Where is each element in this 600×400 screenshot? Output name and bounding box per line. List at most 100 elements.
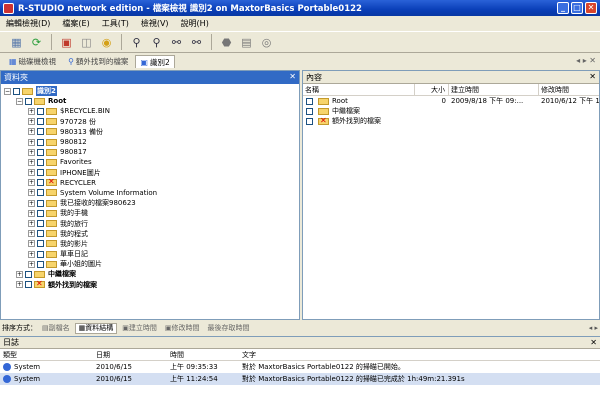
file-row[interactable]: 中繼檔案 [303, 106, 599, 116]
menu-item-tools[interactable]: 工具(T) [102, 18, 129, 29]
refresh-icon[interactable]: ⟳ [28, 34, 45, 51]
log-column-time[interactable]: 時間 [170, 350, 242, 360]
checkbox[interactable] [37, 260, 44, 268]
find-icon[interactable]: ⚲ [128, 34, 145, 51]
tab-recognized2[interactable]: ▣ 識別2 [135, 55, 175, 68]
tree-node-folder[interactable]: + $RECYCLE.BIN [4, 106, 299, 116]
log-column-date[interactable]: 日期 [96, 350, 170, 360]
expand-icon[interactable]: + [16, 281, 23, 289]
expand-icon[interactable]: + [28, 209, 35, 217]
sortbar-scroll-icon[interactable]: ◂ ▸ [589, 324, 598, 332]
tree-node-folder[interactable]: + 我的旅行 [4, 218, 299, 228]
close-icon[interactable]: ✕ [289, 72, 296, 81]
drives-icon[interactable]: ▦ [8, 34, 25, 51]
tree-node-folder[interactable]: +980817 [4, 147, 299, 157]
checkbox[interactable] [37, 220, 44, 228]
preview-icon[interactable]: ▤ [238, 34, 255, 51]
tree-node-extra-found[interactable]: + 額外找到的檔案 [4, 279, 299, 290]
tree-node-folder[interactable]: +970728 份 [4, 117, 299, 127]
tree-node-folder[interactable]: + IPHONE圖片 [4, 168, 299, 178]
tree-node-folder[interactable]: + System Volume Information [4, 188, 299, 198]
recover-marked-icon[interactable]: ⚯ [188, 34, 205, 51]
expand-icon[interactable]: + [28, 189, 35, 197]
checkbox[interactable] [37, 240, 44, 248]
sort-by-accessed[interactable]: 最後存取時間 [205, 323, 253, 334]
checkbox[interactable] [37, 148, 44, 156]
tree-node-folder[interactable]: + 華小姐的圖片 [4, 259, 299, 269]
checkbox[interactable] [306, 107, 313, 115]
checkbox[interactable] [306, 97, 313, 105]
scan-icon[interactable]: ◉ [98, 34, 115, 51]
tree-node-folder[interactable]: + 我的程式 [4, 229, 299, 239]
checkbox[interactable] [37, 179, 44, 187]
checkbox[interactable] [37, 138, 44, 146]
tab-scroll-controls[interactable]: ◂ ▸ ✕ [576, 56, 596, 65]
checkbox[interactable] [37, 189, 44, 197]
checkbox[interactable] [25, 270, 32, 278]
expand-icon[interactable]: + [28, 169, 35, 177]
checkbox[interactable] [37, 199, 44, 207]
close-button[interactable]: ✕ [585, 2, 597, 14]
checkbox[interactable] [306, 117, 313, 125]
tree-node-folder[interactable]: + 我的手機 [4, 208, 299, 218]
maximize-button[interactable]: □ [571, 2, 583, 14]
minimize-button[interactable]: _ [557, 2, 569, 14]
log-column-type[interactable]: 類型 [0, 350, 96, 360]
checkbox[interactable] [25, 281, 32, 289]
tree-node-folder[interactable]: + 單車日記 [4, 249, 299, 259]
tree-node-root-label[interactable]: − 識別2 [4, 86, 299, 97]
expand-icon[interactable]: + [28, 128, 35, 136]
expand-icon[interactable]: + [28, 118, 35, 126]
expand-icon[interactable]: + [28, 107, 35, 115]
expand-icon[interactable]: + [28, 148, 35, 156]
column-header-created[interactable]: 建立時間 [449, 83, 539, 96]
checkbox[interactable] [13, 87, 20, 95]
menu-item-view[interactable]: 檢視(V) [141, 18, 169, 29]
log-row[interactable]: System 2010/6/15 上午 09:35:33 對於 MaxtorBa… [0, 361, 600, 373]
expand-icon[interactable]: + [28, 260, 35, 268]
checkbox[interactable] [37, 128, 44, 136]
sort-by-structure[interactable]: ▦ 資料結構 [74, 322, 118, 334]
expand-icon[interactable]: + [28, 250, 35, 258]
file-row[interactable]: 額外找到的檔案 [303, 116, 599, 126]
checkbox[interactable] [37, 107, 44, 115]
log-row[interactable]: System 2010/6/15 上午 11:24:54 對於 MaxtorBa… [0, 373, 600, 385]
menu-item-edit-view[interactable]: 編輯檢視(D) [6, 18, 50, 29]
tree-node-folder[interactable]: + Favorites [4, 157, 299, 167]
expand-icon[interactable]: + [16, 270, 23, 278]
checkbox[interactable] [37, 169, 44, 177]
tab-extra-found-files[interactable]: ⚲ 額外找到的檔案 [63, 55, 133, 68]
tab-drive-view[interactable]: ▦ 磁碟機檢視 [4, 55, 61, 68]
tree-node-meta-files[interactable]: + 中繼檔案 [4, 269, 299, 279]
expand-icon[interactable]: + [28, 158, 35, 166]
recover-icon[interactable]: ⚯ [168, 34, 185, 51]
checkbox[interactable] [37, 230, 44, 238]
sort-by-extension[interactable]: ▤ 副檔名 [39, 323, 73, 334]
checkbox[interactable] [25, 97, 32, 105]
collapse-icon[interactable]: − [16, 97, 23, 105]
expand-icon[interactable]: + [28, 230, 35, 238]
tree-node-folder[interactable]: + 我的影片 [4, 239, 299, 249]
tree-node-folder[interactable]: + RECYCLER [4, 177, 299, 188]
sort-by-modified[interactable]: ▣ 修改時間 [162, 323, 203, 334]
open-image-icon[interactable]: ▣ [58, 34, 75, 51]
checkbox[interactable] [37, 209, 44, 217]
log-column-text[interactable]: 文字 [242, 350, 600, 360]
menu-item-help[interactable]: 說明(H) [181, 18, 209, 29]
file-row[interactable]: Root 0 2009/8/18 下午 09:... 2010/6/12 下午 … [303, 96, 599, 106]
menu-item-file[interactable]: 檔案(E) [62, 18, 89, 29]
expand-icon[interactable]: + [28, 240, 35, 248]
close-icon[interactable]: ✕ [589, 72, 596, 81]
column-header-name[interactable]: 名稱 [303, 83, 415, 96]
stop-icon[interactable]: ⬣ [218, 34, 235, 51]
expand-icon[interactable]: + [28, 138, 35, 146]
tree-node-root[interactable]: − Root [4, 96, 299, 106]
collapse-icon[interactable]: − [4, 87, 11, 95]
create-image-icon[interactable]: ◫ [78, 34, 95, 51]
expand-icon[interactable]: + [28, 199, 35, 207]
expand-icon[interactable]: + [28, 179, 35, 187]
tree-node-folder[interactable]: +980812 [4, 137, 299, 147]
column-header-modified[interactable]: 修改時間 [539, 84, 599, 96]
checkbox[interactable] [37, 118, 44, 126]
sort-by-created[interactable]: ▣ 建立時間 [119, 323, 160, 334]
